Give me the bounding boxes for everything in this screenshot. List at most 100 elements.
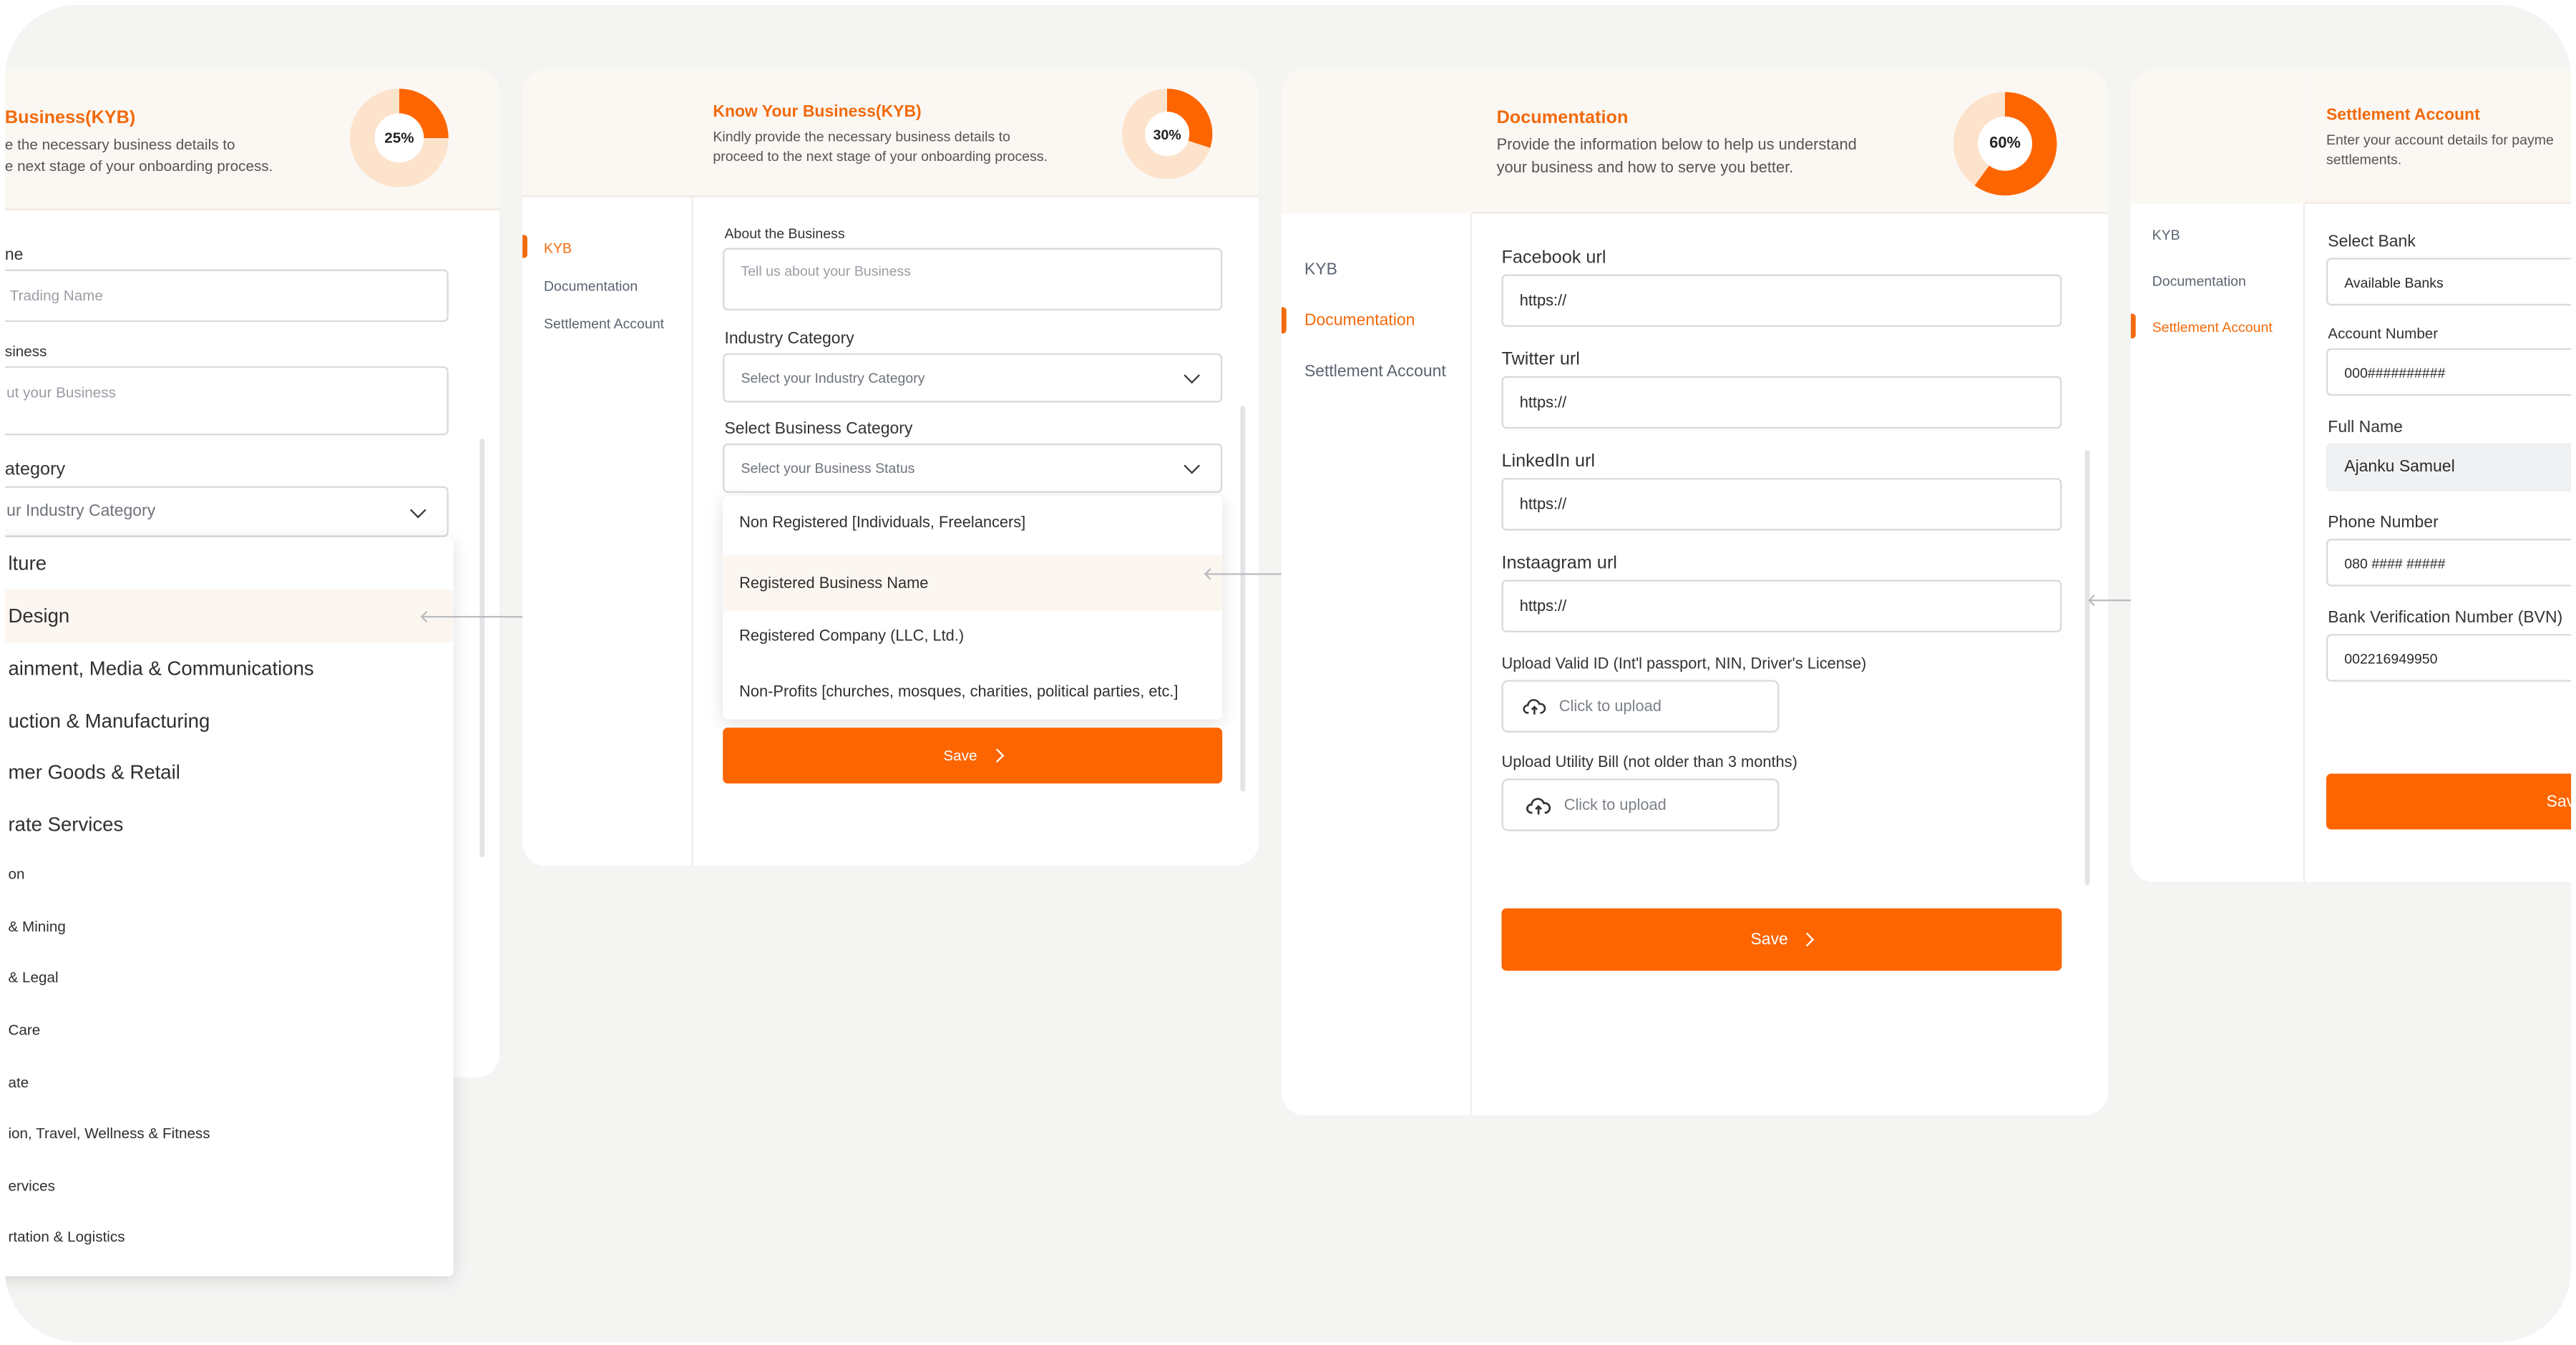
dropdown-option[interactable]: ainment, Media & Communications	[5, 642, 454, 695]
trading-name-input[interactable]: Trading Name	[4, 269, 449, 322]
cloud-upload-icon	[1526, 797, 1551, 814]
account-number-label: Account Number	[2328, 325, 2439, 342]
page-title: Documentation	[1496, 108, 1629, 129]
dropdown-option[interactable]: & Legal	[5, 951, 454, 1003]
trading-name-label: ne	[4, 246, 24, 265]
progress-donut: 30%	[1122, 88, 1213, 180]
sidebar-item-settlement[interactable]: Settlement Account	[2152, 318, 2273, 335]
save-button[interactable]: Save	[723, 728, 1223, 784]
active-indicator	[2130, 313, 2136, 338]
dropdown-option[interactable]: Care	[5, 1004, 454, 1056]
linkedin-label: LinkedIn url	[1501, 451, 1596, 471]
bvn-input[interactable]: 002216949950	[2326, 634, 2572, 682]
progress-donut: 25%	[350, 88, 449, 187]
about-business-input[interactable]: ut your Business	[4, 366, 449, 436]
sidebar-item-settlement[interactable]: Settlement Account	[1304, 363, 1446, 381]
full-name-input[interactable]: Ajanku Samuel	[2326, 443, 2572, 491]
scrollbar[interactable]	[1240, 406, 1246, 792]
panel-header: Settlement Account Enter your account de…	[2305, 69, 2572, 204]
dropdown-option[interactable]: Registered Business Name	[723, 555, 1223, 612]
industry-category-select[interactable]: ur Industry Category	[4, 486, 449, 537]
cloud-upload-icon	[1523, 699, 1546, 715]
sidebar-item-kyb[interactable]: KYB	[544, 240, 572, 256]
sidebar-item-kyb[interactable]: KYB	[1304, 261, 1337, 279]
twitter-label: Twitter url	[1501, 350, 1580, 370]
about-business-label: About the Business	[724, 225, 845, 242]
page-title: Business(KYB)	[4, 108, 136, 129]
business-category-label: Select Business Category	[724, 420, 913, 439]
upload-bill-button[interactable]: Click to upload	[1501, 778, 1780, 831]
sidebar-item-kyb[interactable]: KYB	[2152, 227, 2180, 243]
dropdown-option[interactable]: & Mining	[5, 900, 454, 952]
dropdown-option[interactable]: rate Services	[5, 798, 454, 851]
progress-label: 25%	[374, 113, 424, 163]
dropdown-option[interactable]: lture	[5, 537, 454, 590]
industry-category-label: ategory	[4, 459, 66, 480]
industry-dropdown: lture Design ainment, Media & Communicat…	[4, 537, 454, 1276]
business-category-dropdown: Non Registered [Individuals, Freelancers…	[723, 496, 1223, 720]
select-bank-select[interactable]: Available Banks	[2326, 258, 2572, 306]
sidebar: KYB Documentation Settlement Account	[1281, 69, 1473, 1115]
progress-label: 60%	[1978, 117, 2033, 171]
sidebar-item-documentation[interactable]: Documentation	[1304, 312, 1415, 330]
sidebar: KYB Documentation Settlement Account	[2130, 69, 2306, 882]
panel-header: Business(KYB) e the necessary business d…	[4, 69, 499, 210]
full-name-label: Full Name	[2328, 419, 2403, 437]
active-indicator	[522, 235, 527, 258]
instagram-label: Instaagram url	[1501, 553, 1617, 574]
dropdown-option[interactable]: mer Goods & Retail	[5, 745, 454, 798]
upload-id-label: Upload Valid ID (Int'l passport, NIN, Dr…	[1501, 655, 1867, 674]
page-description: Kindly provide the necessary business de…	[713, 128, 1048, 165]
dropdown-option[interactable]: ervices	[5, 1160, 454, 1212]
dropdown-option[interactable]: Design	[4, 590, 454, 642]
phone-number-input[interactable]: 080 #### #####	[2326, 539, 2572, 587]
scrollbar[interactable]	[479, 439, 485, 858]
dropdown-option[interactable]: ate	[5, 1056, 454, 1108]
progress-donut: 60%	[1953, 92, 2057, 196]
page-title: Settlement Account	[2326, 107, 2480, 125]
sidebar-item-documentation[interactable]: Documentation	[2152, 273, 2246, 289]
linkedin-input[interactable]: https://	[1501, 478, 2062, 531]
scrollbar[interactable]	[2084, 450, 2090, 886]
twitter-input[interactable]: https://	[1501, 376, 2062, 429]
chevron-right-icon	[1800, 932, 1815, 947]
page-title: Know Your Business(KYB)	[713, 103, 922, 122]
chevron-right-icon	[990, 748, 1004, 763]
dropdown-option[interactable]: Non Registered [Individuals, Freelancers…	[723, 496, 1222, 548]
panel-documentation: KYB Documentation Settlement Account Doc…	[1281, 69, 2108, 1115]
progress-label: 30%	[1145, 112, 1190, 157]
page-description: e the necessary business details to e ne…	[4, 136, 273, 175]
instagram-input[interactable]: https://	[1501, 579, 2062, 632]
facebook-input[interactable]: https://	[1501, 274, 2062, 327]
page-description: Enter your account details for payme set…	[2326, 131, 2554, 168]
upload-bill-label: Upload Utility Bill (not older than 3 mo…	[1501, 753, 1797, 773]
dropdown-option[interactable]: rtation & Logistics	[5, 1210, 454, 1263]
page-description: Provide the information below to help us…	[1496, 136, 1857, 177]
dropdown-option[interactable]: Non-Profits [churches, mosques, charitie…	[723, 664, 1222, 720]
dropdown-option[interactable]: on	[5, 848, 454, 900]
save-button[interactable]: Sav	[2326, 773, 2572, 830]
active-indicator	[1281, 307, 1287, 334]
panel-settlement: KYB Documentation Settlement Account Set…	[2130, 69, 2572, 882]
select-bank-label: Select Bank	[2328, 233, 2416, 252]
about-business-label: siness	[4, 343, 47, 360]
phone-number-label: Phone Number	[2328, 514, 2439, 532]
chevron-down-icon	[1184, 367, 1201, 384]
panel-kyb-business: Know Your Business(KYB) Kindly provide t…	[522, 69, 1259, 866]
dropdown-option[interactable]: uction & Manufacturing	[5, 695, 454, 747]
upload-id-button[interactable]: Click to upload	[1501, 680, 1780, 733]
chevron-down-icon	[409, 501, 426, 518]
panel-header: Documentation Provide the information be…	[1472, 69, 2108, 214]
dropdown-option[interactable]: ion, Travel, Wellness & Fitness	[5, 1107, 454, 1159]
account-number-input[interactable]: 000##########	[2326, 348, 2572, 396]
business-category-select[interactable]: Select your Business Status	[723, 443, 1223, 493]
facebook-label: Facebook url	[1501, 248, 1606, 268]
save-button[interactable]: Save	[1501, 908, 2062, 971]
industry-category-label: Industry Category	[724, 330, 854, 348]
sidebar-item-documentation[interactable]: Documentation	[544, 278, 638, 294]
chevron-down-icon	[1184, 457, 1201, 474]
about-business-input[interactable]: Tell us about your Business	[723, 248, 1223, 310]
sidebar-item-settlement[interactable]: Settlement Account	[544, 316, 664, 332]
industry-category-select[interactable]: Select your Industry Category	[723, 353, 1223, 403]
dropdown-option[interactable]: Registered Company (LLC, Ltd.)	[723, 610, 1222, 662]
